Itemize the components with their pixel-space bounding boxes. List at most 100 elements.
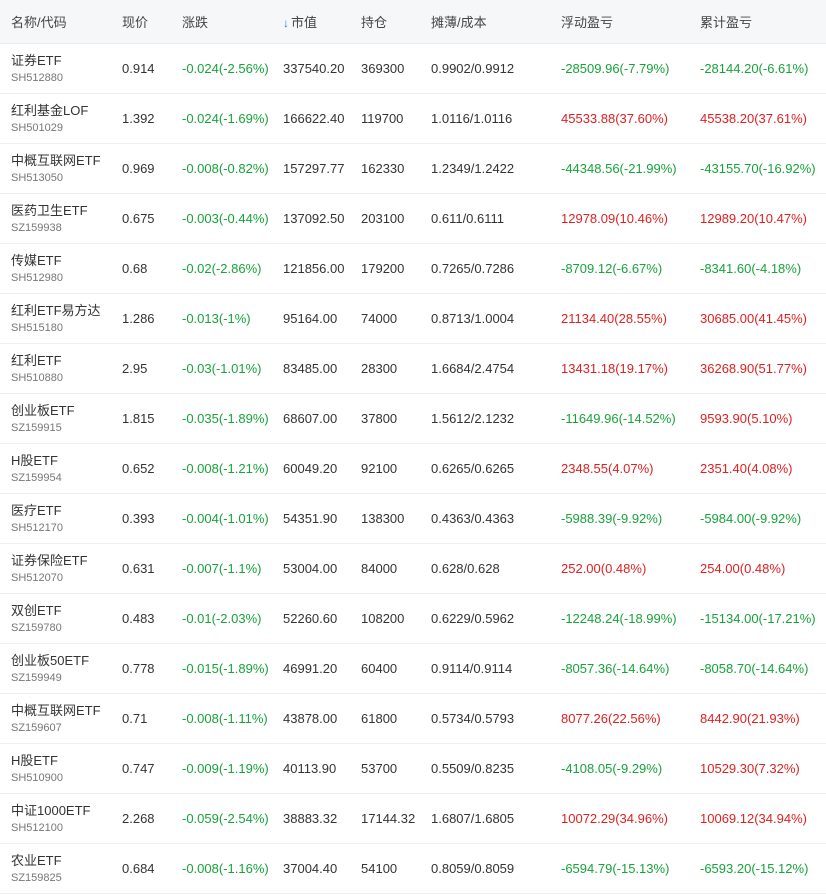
- cost-cell: 1.2349/1.2422: [431, 161, 515, 176]
- change-cell: -0.004(-1.01%): [182, 511, 269, 526]
- header-name[interactable]: 名称/代码: [0, 12, 111, 31]
- name-cell[interactable]: 创业板ETF SZ159915: [0, 402, 111, 436]
- fund-name[interactable]: 农业ETF: [11, 852, 111, 870]
- fund-code: SH501029: [11, 121, 63, 134]
- price-cell: 0.778: [122, 661, 155, 676]
- table-body: 证券ETF SH512880 0.914 -0.024(-2.56%) 337540.2…: [0, 44, 826, 894]
- fund-name[interactable]: H股ETF: [11, 752, 111, 770]
- fund-name[interactable]: 传媒ETF: [11, 252, 111, 270]
- header-market-value-label: 市值: [291, 15, 318, 30]
- change-cell: -0.015(-1.89%): [182, 661, 269, 676]
- table-row[interactable]: H股ETF SZ159954 0.652 -0.008(-1.21%) 60049.20…: [0, 444, 826, 494]
- fund-name[interactable]: 医疗ETF: [11, 502, 111, 520]
- table-row[interactable]: 医疗ETF SH512170 0.393 -0.004(-1.01%) 54351.90…: [0, 494, 826, 544]
- name-cell[interactable]: 中概互联网ETF SH513050: [0, 152, 111, 186]
- name-cell[interactable]: 农业ETF SZ159825: [0, 852, 111, 886]
- position-cell: 119700: [361, 111, 404, 126]
- position-cell: 74000: [361, 311, 398, 326]
- header-cost[interactable]: 摊薄/成本: [420, 12, 550, 31]
- name-cell[interactable]: 医药卫生ETF SZ159938: [0, 202, 111, 236]
- market-value-cell: 121856.00: [283, 261, 345, 276]
- header-total-pnl[interactable]: 累计盈亏: [689, 12, 826, 31]
- table-row[interactable]: H股ETF SH510900 0.747 -0.009(-1.19%) 40113.90…: [0, 744, 826, 794]
- name-cell[interactable]: 中证1000ETF SH512100: [0, 802, 111, 836]
- price-cell: 0.684: [122, 861, 155, 876]
- table-row[interactable]: 红利基金LOF SH501029 1.392 -0.024(-1.69%) 166622…: [0, 94, 826, 144]
- fund-name[interactable]: 中证1000ETF: [11, 802, 111, 820]
- fund-code: SZ159954: [11, 471, 62, 484]
- name-cell[interactable]: 红利基金LOF SH501029: [0, 102, 111, 136]
- table-row[interactable]: 中概互联网ETF SZ159607 0.71 -0.008(-1.11%) 43878.…: [0, 694, 826, 744]
- table-row[interactable]: 创业板50ETF SZ159949 0.778 -0.015(-1.89%) 46991…: [0, 644, 826, 694]
- price-cell: 0.68: [122, 261, 148, 276]
- table-row[interactable]: 证券ETF SH512880 0.914 -0.024(-2.56%) 337540.2…: [0, 44, 826, 94]
- change-cell: -0.008(-1.11%): [182, 711, 268, 726]
- name-cell[interactable]: 传媒ETF SH512980: [0, 252, 111, 286]
- name-cell[interactable]: 中概互联网ETF SZ159607: [0, 702, 111, 736]
- fund-name[interactable]: 中概互联网ETF: [11, 152, 111, 170]
- name-cell[interactable]: 创业板50ETF SZ159949: [0, 652, 111, 686]
- name-cell[interactable]: 红利ETF SH510880: [0, 352, 111, 386]
- table-row[interactable]: 中证1000ETF SH512100 2.268 -0.059(-2.54%) 3888…: [0, 794, 826, 844]
- header-price[interactable]: 现价: [111, 12, 171, 31]
- position-cell: 162330: [361, 161, 405, 176]
- price-cell: 0.675: [122, 211, 155, 226]
- header-float-pnl[interactable]: 浮动盈亏: [550, 12, 689, 31]
- position-cell: 53700: [361, 761, 398, 776]
- header-position[interactable]: 持仓: [350, 12, 420, 31]
- fund-code: SH512070: [11, 571, 63, 584]
- table-row[interactable]: 农业ETF SZ159825 0.684 -0.008(-1.16%) 37004.40…: [0, 844, 826, 894]
- total-pnl-cell: 36268.90(51.77%): [700, 361, 807, 376]
- price-cell: 2.268: [122, 811, 155, 826]
- total-pnl-cell: -8058.70(-14.64%): [700, 661, 809, 676]
- total-pnl-cell: 10529.30(7.32%): [700, 761, 800, 776]
- fund-name[interactable]: 红利ETF: [11, 352, 111, 370]
- name-cell[interactable]: 红利ETF易方达 SH515180: [0, 302, 111, 336]
- name-cell[interactable]: 双创ETF SZ159780: [0, 602, 111, 636]
- table-row[interactable]: 传媒ETF SH512980 0.68 -0.02(-2.86%) 121856.00 1…: [0, 244, 826, 294]
- name-cell[interactable]: H股ETF SZ159954: [0, 452, 111, 486]
- fund-name[interactable]: 中概互联网ETF: [11, 702, 111, 720]
- table-row[interactable]: 医药卫生ETF SZ159938 0.675 -0.003(-0.44%) 137092…: [0, 194, 826, 244]
- fund-name[interactable]: 医药卫生ETF: [11, 202, 111, 220]
- fund-code: SH515180: [11, 321, 63, 334]
- fund-name[interactable]: H股ETF: [11, 452, 111, 470]
- fund-name[interactable]: 证券保险ETF: [11, 552, 111, 570]
- table-row[interactable]: 创业板ETF SZ159915 1.815 -0.035(-1.89%) 68607.0…: [0, 394, 826, 444]
- position-cell: 84000: [361, 561, 398, 576]
- position-cell: 37800: [361, 411, 398, 426]
- fund-name[interactable]: 红利基金LOF: [11, 102, 111, 120]
- table-row[interactable]: 双创ETF SZ159780 0.483 -0.01(-2.03%) 52260.60 1…: [0, 594, 826, 644]
- header-change[interactable]: 涨跌: [171, 12, 272, 31]
- fund-name[interactable]: 红利ETF易方达: [11, 302, 111, 320]
- name-cell[interactable]: H股ETF SH510900: [0, 752, 111, 786]
- market-value-cell: 157297.77: [283, 161, 345, 176]
- name-cell[interactable]: 医疗ETF SH512170: [0, 502, 111, 536]
- table-row[interactable]: 红利ETF易方达 SH515180 1.286 -0.013(-1%) 95164.00…: [0, 294, 826, 344]
- cost-cell: 0.4363/0.4363: [431, 511, 515, 526]
- float-pnl-cell: -4108.05(-9.29%): [561, 761, 663, 776]
- fund-name[interactable]: 证券ETF: [11, 52, 111, 70]
- header-market-value[interactable]: ↓ 市值: [272, 12, 350, 31]
- fund-name[interactable]: 双创ETF: [11, 602, 111, 620]
- table-row[interactable]: 红利ETF SH510880 2.95 -0.03(-1.01%) 83485.00 28…: [0, 344, 826, 394]
- price-cell: 2.95: [122, 361, 148, 376]
- table-row[interactable]: 证券保险ETF SH512070 0.631 -0.007(-1.1%) 53004.0…: [0, 544, 826, 594]
- price-cell: 1.815: [122, 411, 155, 426]
- cost-cell: 0.6265/0.6265: [431, 461, 515, 476]
- float-pnl-cell: -44348.56(-21.99%): [561, 161, 677, 176]
- total-pnl-cell: -6593.20(-15.12%): [700, 861, 809, 876]
- position-cell: 369300: [361, 61, 405, 76]
- sort-down-icon: ↓: [283, 16, 289, 30]
- name-cell[interactable]: 证券保险ETF SH512070: [0, 552, 111, 586]
- position-cell: 92100: [361, 461, 398, 476]
- market-value-cell: 40113.90: [283, 761, 337, 776]
- fund-name[interactable]: 创业板50ETF: [11, 652, 111, 670]
- fund-name[interactable]: 创业板ETF: [11, 402, 111, 420]
- price-cell: 0.483: [122, 611, 155, 626]
- table-row[interactable]: 中概互联网ETF SH513050 0.969 -0.008(-0.82%) 15729…: [0, 144, 826, 194]
- market-value-cell: 83485.00: [283, 361, 338, 376]
- fund-code: SZ159607: [11, 721, 62, 734]
- float-pnl-cell: -6594.79(-15.13%): [561, 861, 670, 876]
- name-cell[interactable]: 证券ETF SH512880: [0, 52, 111, 86]
